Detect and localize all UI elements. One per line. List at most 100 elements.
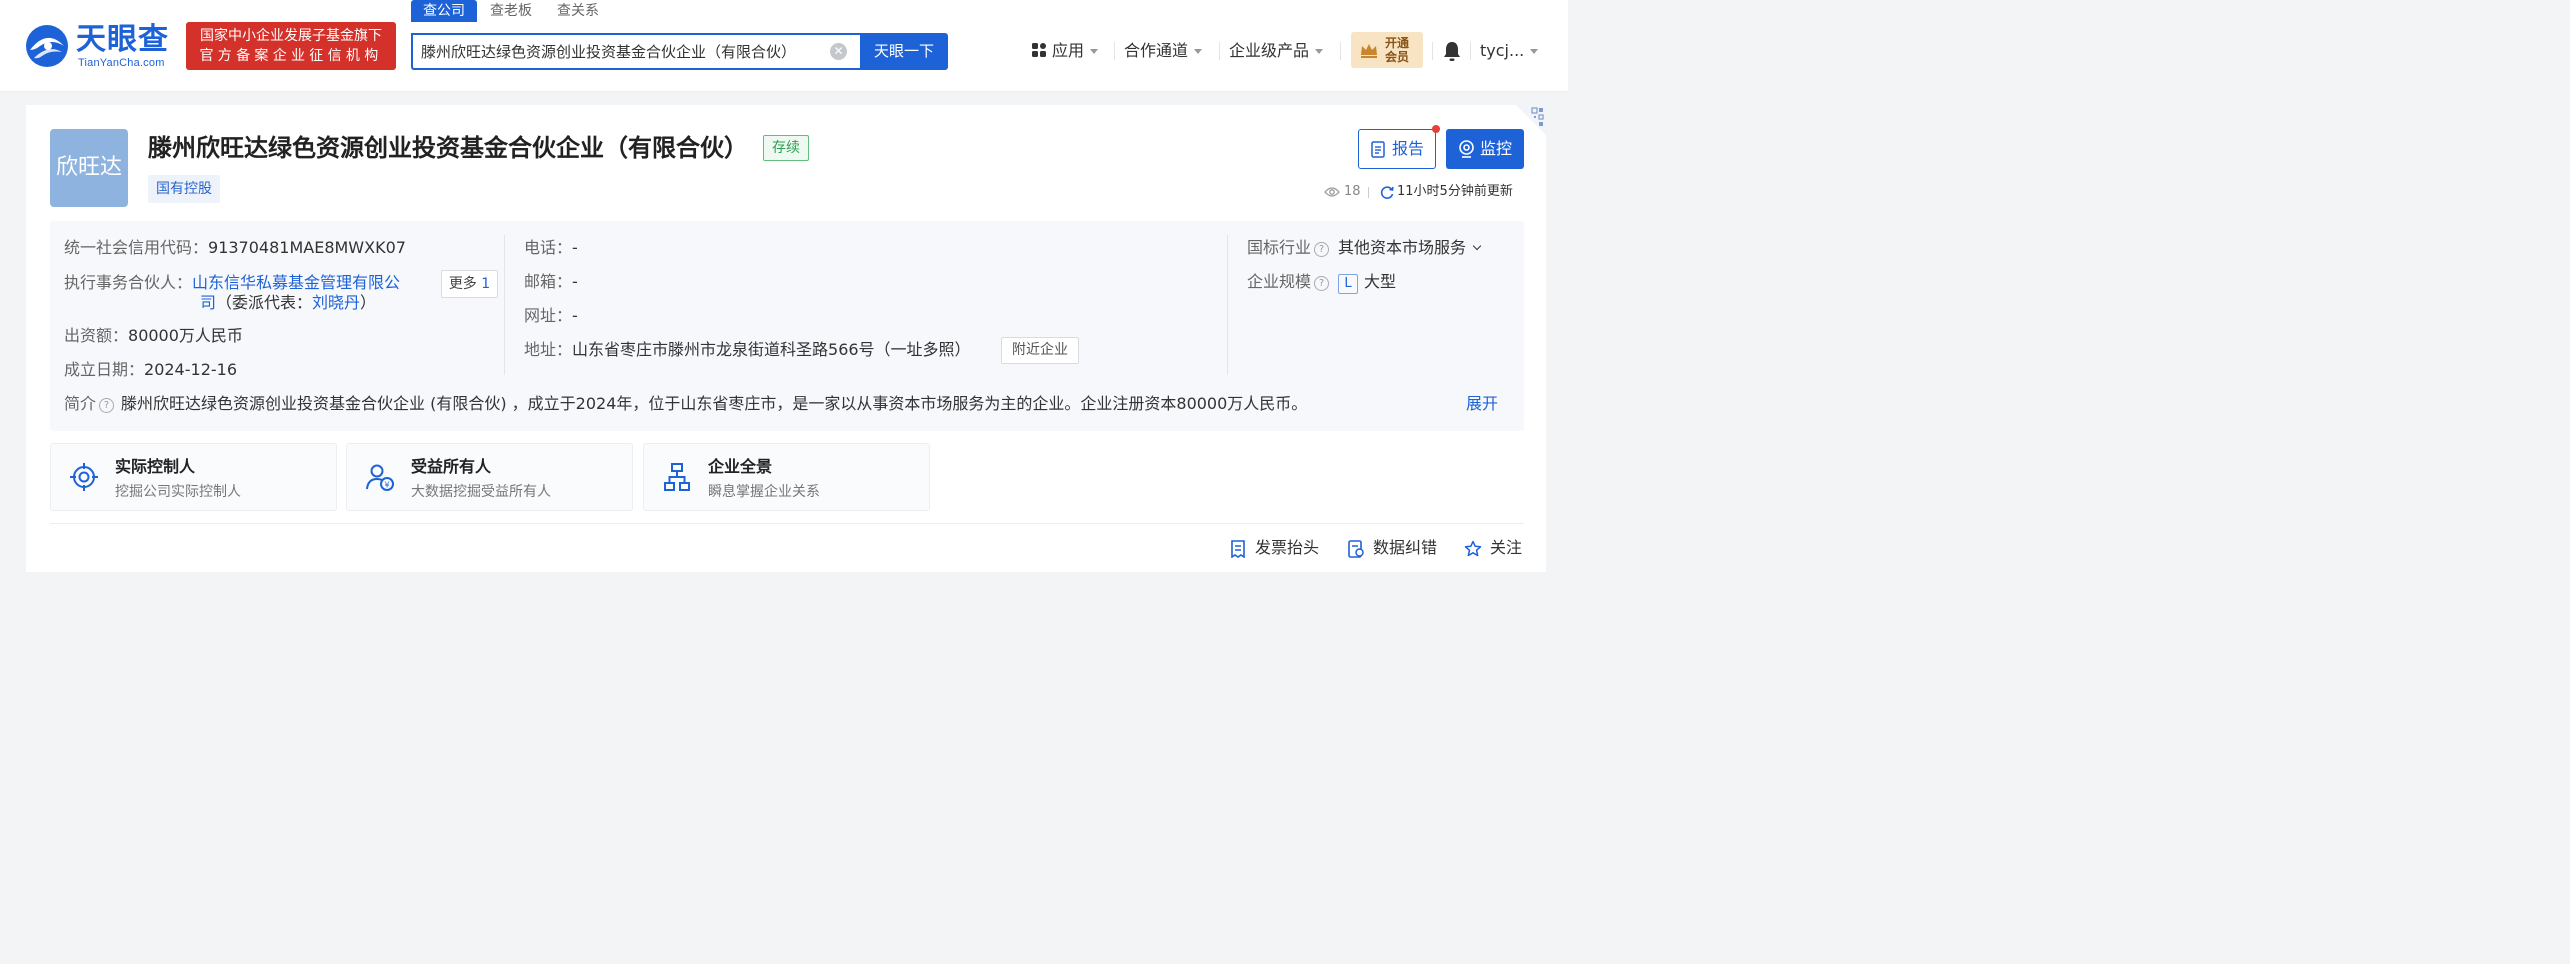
credit-code-row: 统一社会信用代码：91370481MAE8MWXK07 — [64, 237, 406, 259]
monitor-button[interactable]: 监控 — [1446, 129, 1524, 169]
feature-beneficiary[interactable]: ¥ 受益所有人 大数据挖掘受益所有人 — [346, 443, 633, 511]
gov-badge-line1: 国家中小企业发展子基金旗下 — [200, 28, 382, 44]
nav-apps[interactable]: 应用 — [1032, 40, 1099, 62]
company-name: 滕州欣旺达绿色资源创业投资基金合伙企业（有限合伙） — [148, 134, 748, 162]
nearby-companies-button[interactable]: 附近企业 — [1001, 337, 1079, 364]
gov-badge-line2: 官方备案企业征信机构 — [199, 48, 383, 64]
ownership-tag[interactable]: 国有控股 — [148, 175, 220, 203]
user-menu[interactable]: tycj... — [1480, 40, 1539, 62]
search-input[interactable] — [421, 35, 821, 68]
scale-label: 企业规模 — [1247, 272, 1312, 291]
partner-link-cont[interactable]: 司 — [200, 293, 216, 312]
email-row: 邮箱：- — [524, 271, 578, 293]
tianyancha-logo[interactable]: 天眼查 TianYanCha.com — [24, 22, 176, 70]
nav-divider — [1432, 42, 1433, 60]
more-count: 1 — [481, 276, 491, 292]
scale-row: 企业规模? L 大型 — [1247, 271, 1396, 294]
industry-row: 国标行业? 其他资本市场服务 — [1247, 237, 1482, 259]
apps-grid-icon — [1032, 43, 1046, 57]
vip-label-line2: 会员 — [1385, 50, 1410, 64]
partner-link[interactable]: 山东信华私募基金管理有限公 — [192, 273, 400, 292]
more-partners-button[interactable]: 更多 1 — [441, 270, 498, 298]
capital-row: 出资额：80000万人民币 — [64, 325, 243, 347]
industry-value[interactable]: 其他资本市场服务 — [1338, 238, 1466, 257]
intro-label: 简介 — [64, 394, 97, 413]
expand-link[interactable]: 展开 — [1466, 393, 1498, 415]
company-logo: 欣旺达 — [50, 129, 128, 207]
partner-row-line2: 司（委派代表：刘晓丹） — [200, 292, 376, 314]
update-time: 11小时5分钟前更新 — [1397, 184, 1513, 199]
basic-info-panel: 统一社会信用代码：91370481MAE8MWXK07 执行事务合伙人：山东信华… — [50, 221, 1524, 431]
data-correction-label: 数据纠错 — [1373, 538, 1438, 557]
clear-icon[interactable]: ✕ — [830, 43, 847, 60]
search-button[interactable]: 天眼一下 — [860, 33, 948, 70]
nav-divider — [1219, 42, 1220, 60]
intro-row: 简介? 滕州欣旺达绿色资源创业投资基金合伙企业 (有限合伙) ，成立于2024年，… — [64, 393, 1307, 415]
svg-text:¥: ¥ — [384, 481, 389, 490]
feature-subtitle: 瞬息掌握企业关系 — [708, 484, 820, 500]
tab-search-company[interactable]: 查公司 — [411, 0, 477, 22]
help-icon[interactable]: ? — [1314, 242, 1330, 257]
bell-icon[interactable] — [1442, 40, 1462, 62]
company-card: 欣旺达 滕州欣旺达绿色资源创业投资基金合伙企业（有限合伙） 存续 国有控股 报告… — [26, 105, 1546, 572]
founded-row: 成立日期：2024-12-16 — [64, 359, 237, 381]
nav-cooperation[interactable]: 合作通道 — [1124, 40, 1203, 62]
nav-apps-label: 应用 — [1052, 41, 1085, 60]
website-value: - — [572, 306, 578, 325]
target-icon — [70, 463, 98, 491]
tab-search-boss[interactable]: 查老板 — [490, 0, 532, 22]
help-icon[interactable]: ? — [1314, 276, 1330, 291]
vip-label: 开通 会员 — [1385, 36, 1409, 64]
founded-label: 成立日期： — [64, 360, 145, 379]
email-label: 邮箱： — [524, 272, 573, 291]
divider — [50, 523, 1524, 524]
eye-icon — [1324, 187, 1340, 197]
tab-search-relation[interactable]: 查关系 — [557, 0, 599, 22]
credit-code-value[interactable]: 91370481MAE8MWXK07 — [208, 238, 406, 257]
nav-enterprise-label: 企业级产品 — [1229, 41, 1310, 60]
org-chart-icon — [664, 463, 690, 491]
chevron-down-icon[interactable] — [1472, 241, 1482, 251]
partner-rep-prefix: （委派代表： — [216, 293, 313, 312]
intro-text: 滕州欣旺达绿色资源创业投资基金合伙企业 (有限合伙) ，成立于2024年，位于山… — [121, 394, 1308, 413]
chevron-down-icon — [1090, 49, 1099, 54]
document-icon — [1371, 141, 1385, 158]
chevron-down-icon — [1315, 49, 1324, 54]
scale-value: 大型 — [1364, 272, 1397, 291]
invoice-icon — [1231, 540, 1245, 558]
correction-icon — [1348, 540, 1364, 558]
report-label: 报告 — [1392, 139, 1425, 158]
address-row: 地址：山东省枣庄市滕州市龙泉街道科圣路566号（一址多照） — [524, 339, 971, 361]
partner-label: 执行事务合伙人： — [64, 273, 193, 292]
feature-actual-controller[interactable]: 实际控制人 挖掘公司实际控制人 — [50, 443, 337, 511]
report-button[interactable]: 报告 — [1358, 129, 1436, 169]
partner-rep-link[interactable]: 刘晓丹 — [312, 293, 360, 312]
eye-logo-icon — [26, 25, 68, 67]
nav-enterprise-products[interactable]: 企业级产品 — [1229, 40, 1324, 62]
phone-label: 电话： — [524, 238, 573, 257]
website-label: 网址： — [524, 306, 573, 325]
credit-code-label: 统一社会信用代码： — [64, 238, 209, 257]
beneficiary-icon: ¥ — [366, 464, 394, 491]
logo-domain: TianYanCha.com — [78, 57, 165, 69]
address-value[interactable]: 山东省枣庄市滕州市龙泉街道科圣路566号（一址多照） — [572, 340, 971, 359]
vip-button[interactable]: 开通 会员 — [1351, 32, 1423, 68]
chevron-down-icon — [1530, 49, 1539, 54]
top-header: 天眼查 TianYanCha.com 国家中小企业发展子基金旗下 官方备案企业征… — [0, 0, 1568, 92]
column-divider — [504, 235, 505, 375]
nav-cooperation-label: 合作通道 — [1124, 41, 1189, 60]
meta-line: 18 11小时5分钟前更新 — [1324, 183, 1524, 201]
refresh-icon[interactable] — [1380, 185, 1394, 199]
user-name: tycj... — [1480, 41, 1525, 60]
meta-divider — [1368, 187, 1369, 198]
nav-divider — [1470, 42, 1471, 60]
feature-enterprise-panorama[interactable]: 企业全景 瞬息掌握企业关系 — [643, 443, 930, 511]
website-row: 网址：- — [524, 305, 578, 327]
help-icon[interactable]: ? — [99, 398, 115, 413]
logo-text: 天眼查 — [76, 22, 169, 57]
more-label: 更多 — [448, 276, 477, 292]
partner-row: 执行事务合伙人：山东信华私募基金管理有限公 — [64, 272, 400, 294]
feature-title: 企业全景 — [708, 457, 773, 476]
capital-label: 出资额： — [64, 326, 129, 345]
feature-subtitle: 大数据挖掘受益所有人 — [411, 484, 551, 500]
